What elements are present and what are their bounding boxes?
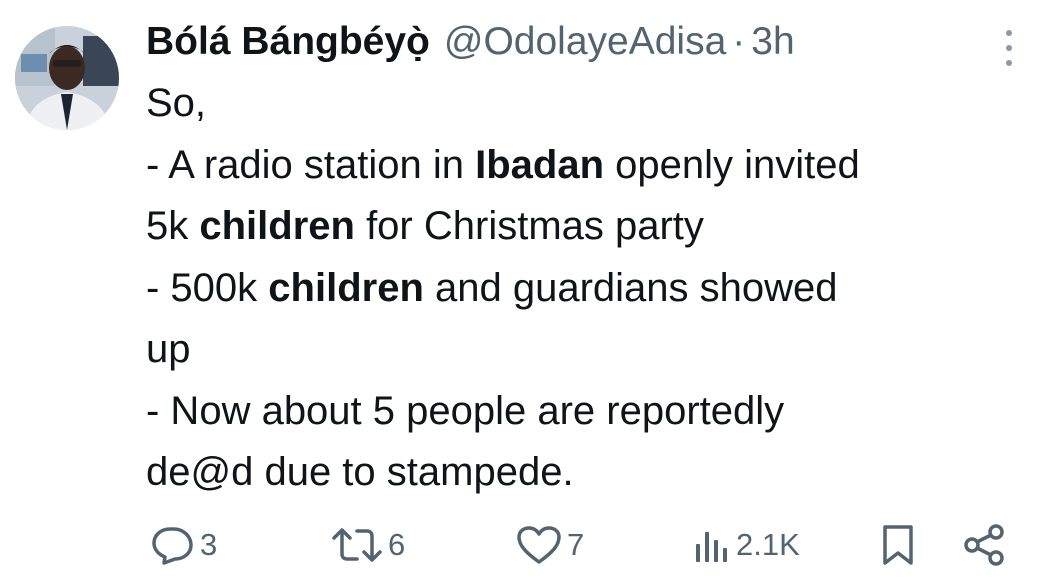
tweet-line: up [146,319,1026,381]
tweet-line: - A radio station in Ibadan openly invit… [146,135,1026,197]
tweet-text-segment: openly invited [604,142,860,187]
tweet-text: So, - A radio station in Ibadan openly in… [146,73,1026,504]
tweet-line: - Now about 5 people are reportedly [146,381,1026,443]
views-button[interactable]: 2.1K [692,520,800,570]
tweet-line: So, [146,73,1026,135]
tweet-header: Bólá Bángbéyọ̀ @OdolayeAdisa · 3h [146,20,795,70]
action-bar: 3 6 7 2.1K [0,520,1039,570]
views-count: 2.1K [736,527,800,562]
bookmark-button[interactable] [878,520,918,570]
tweet-text-bold: children [268,265,424,310]
reply-button[interactable]: 3 [150,520,217,570]
retweet-button[interactable]: 6 [330,520,405,570]
retweet-icon [332,528,382,562]
tweet-line: - 500k children and guardians showed [146,258,1026,320]
avatar[interactable] [15,26,119,130]
tweet-text-segment: - A radio station in [146,142,476,187]
author-name[interactable]: Bólá Bángbéyọ̀ [146,20,430,64]
separator: · [732,20,746,63]
like-icon [517,526,561,564]
like-count: 7 [567,527,585,562]
reply-count: 3 [200,527,218,562]
tweet-text-bold: Ibadan [475,142,604,187]
avatar-photo [15,26,119,130]
views-icon [696,532,727,562]
like-button[interactable]: 7 [515,520,584,570]
tweet-text-segment: de@d due to stampede. [146,450,574,494]
tweet-line: de@d due to stampede. [146,442,1026,504]
tweet-text-segment: - 500k [146,265,269,310]
retweet-count: 6 [388,527,406,562]
timestamp[interactable]: 3h [751,20,794,64]
tweet-text-segment: and guardians showed [423,265,838,310]
tweet-text-segment: 5k [146,204,200,248]
share-icon [964,524,1004,566]
tweet-text-segment: up [146,327,191,371]
bookmark-icon [883,525,913,565]
author-handle[interactable]: @OdolayeAdisa [444,20,726,64]
tweet-line: 5k children for Christmas party [146,196,1026,258]
reply-icon [152,527,193,565]
share-button[interactable] [962,520,1006,570]
tweet-text-segment: So, [146,81,207,125]
tweet-text-segment: - Now about 5 people are reportedly [146,388,785,433]
more-icon[interactable] [1000,30,1018,66]
tweet-text-segment: for Christmas party [354,204,704,248]
tweet-text-bold: children [199,204,355,248]
